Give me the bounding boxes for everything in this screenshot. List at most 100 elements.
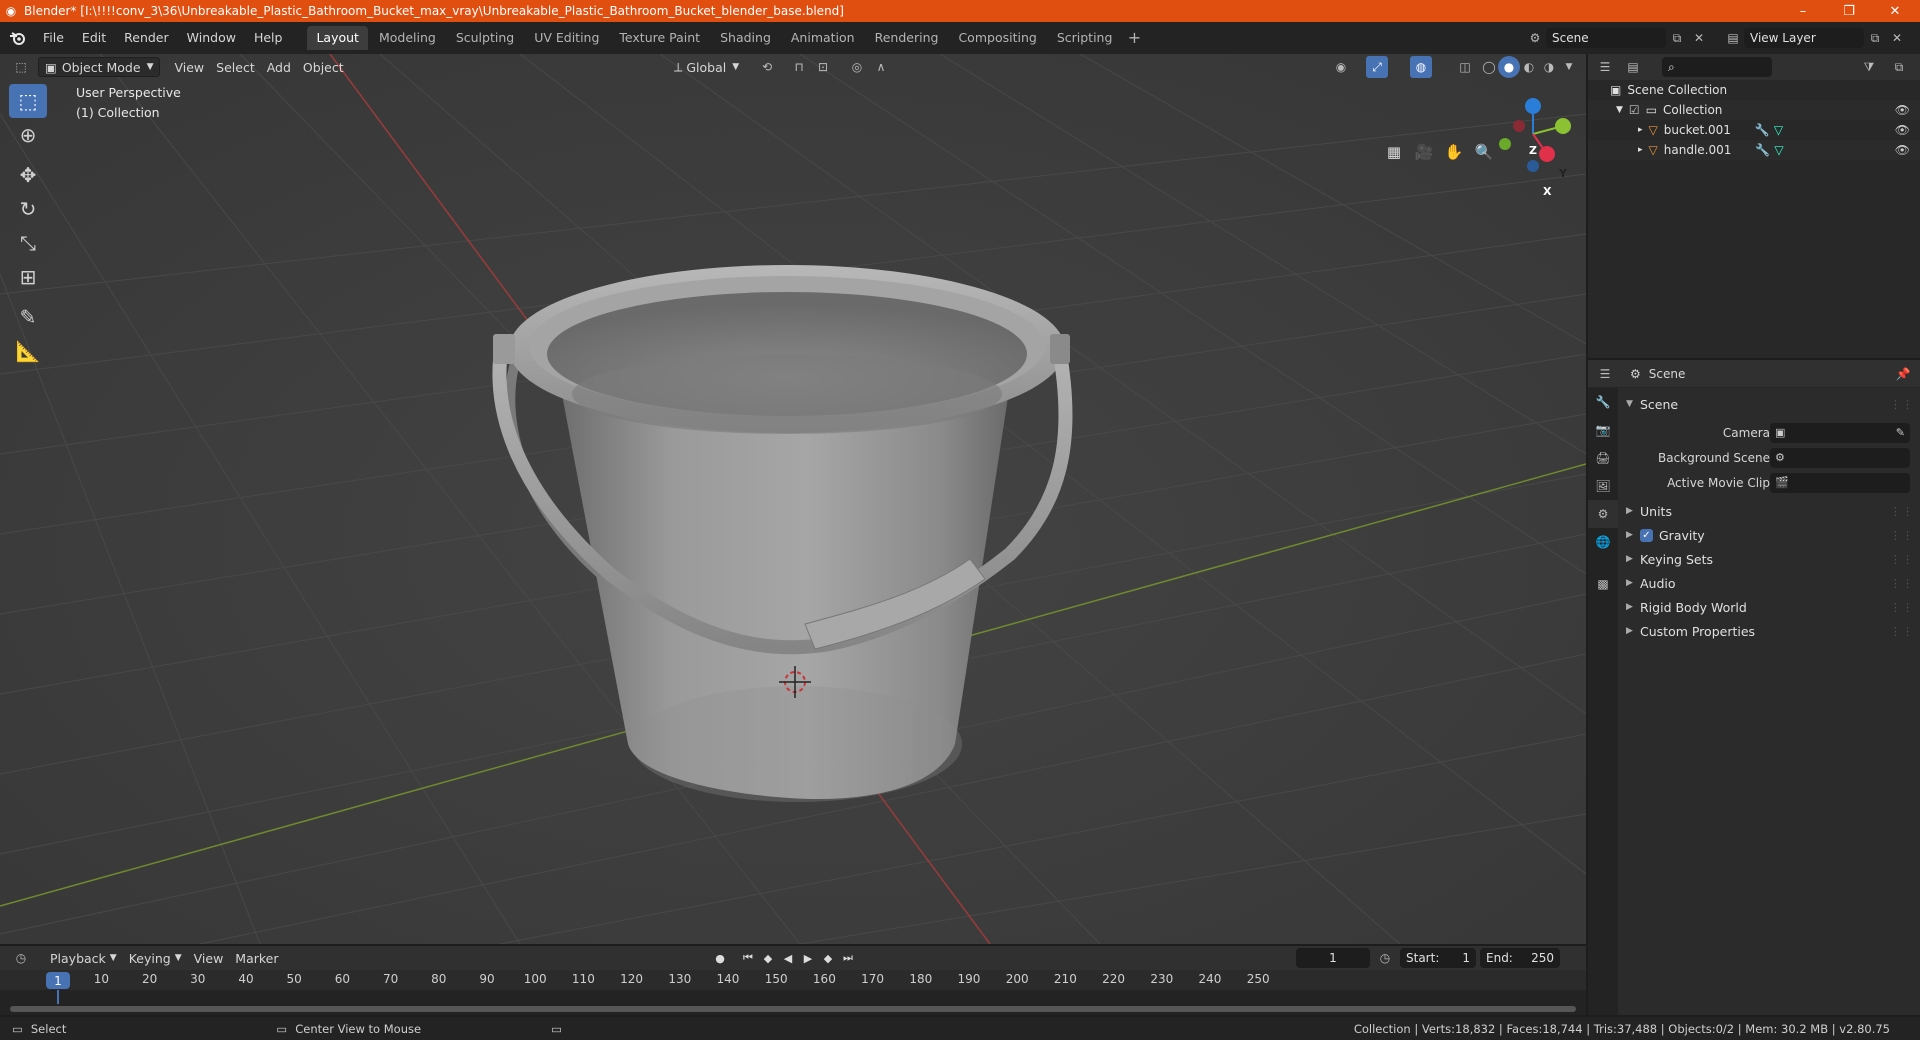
solid-shading-icon[interactable]: ● xyxy=(1498,56,1520,78)
falloff-icon[interactable]: ∧ xyxy=(870,56,892,78)
new-scene-icon[interactable]: ⧉ xyxy=(1666,27,1688,49)
timeline-menu-marker[interactable]: Marker xyxy=(229,948,284,968)
scale-tool-icon[interactable]: ⤡ xyxy=(9,226,47,260)
tab-animation[interactable]: Animation xyxy=(782,26,864,50)
snap-target-icon[interactable]: ⊡ xyxy=(812,56,834,78)
gizmo-z-label[interactable]: Z xyxy=(1529,144,1537,157)
timeline-menu-keying[interactable]: Keying ▼ xyxy=(123,948,188,968)
expand-arrow-icon[interactable]: ▸ xyxy=(1638,145,1643,155)
add-workspace-button[interactable]: + xyxy=(1123,26,1145,50)
tab-scripting[interactable]: Scripting xyxy=(1048,26,1122,50)
pin-icon[interactable]: 📌 xyxy=(1892,363,1914,385)
bucket-visibility-eye-icon[interactable]: 👁 xyxy=(1895,123,1910,137)
expand-arrow-icon[interactable]: ▸ xyxy=(1638,125,1643,135)
outliner-search-input[interactable]: ⌕ xyxy=(1662,57,1772,77)
collection-visibility-eye-icon[interactable]: 👁 xyxy=(1895,103,1910,117)
scene-panel-header[interactable]: ▼ Scene ⋮⋮ xyxy=(1618,392,1920,416)
collection-checkbox-icon[interactable]: ☑ xyxy=(1629,103,1640,117)
mesh-data-icon[interactable]: ▽ xyxy=(1774,123,1783,137)
proportional-edit-icon[interactable]: ◎ xyxy=(846,56,868,78)
pan-view-hand-icon[interactable]: ✋ xyxy=(1440,138,1468,166)
camera-field[interactable]: ▣ ✎ xyxy=(1770,422,1910,443)
gravity-checkbox[interactable]: ✓ xyxy=(1640,528,1653,542)
restore-button[interactable]: ❐ xyxy=(1826,0,1872,22)
object-mode-dropdown[interactable]: ▣ Object Mode ▼ xyxy=(38,57,161,77)
tab-render-icon[interactable]: 📷 xyxy=(1588,416,1618,444)
modifier-wrench-icon[interactable]: 🔧 xyxy=(1755,143,1770,157)
eyedropper-icon[interactable]: ✎ xyxy=(1896,426,1905,439)
toggle-grid-view-icon[interactable]: ▦ xyxy=(1380,138,1408,166)
menu-render[interactable]: Render xyxy=(115,26,178,50)
measure-tool-icon[interactable]: 📐 xyxy=(9,334,47,368)
tab-sculpting[interactable]: Sculpting xyxy=(447,26,523,50)
drag-handle-icon[interactable]: ⋮⋮ xyxy=(1890,577,1914,590)
timeline-frame-ruler[interactable]: 1 10 20 30 40 50 60 70 80 90 100 110 120 130 140 150 16… xyxy=(0,970,1586,990)
tab-view-layer-icon[interactable]: 🖼 xyxy=(1588,472,1618,500)
audio-panel-header[interactable]: ▶ Audio ⋮⋮ xyxy=(1618,571,1920,595)
visibility-icon[interactable]: ◉ xyxy=(1330,56,1352,78)
play-reverse-icon[interactable]: ◀ xyxy=(778,948,798,968)
timeline-track-area[interactable] xyxy=(0,990,1586,1015)
move-tool-icon[interactable]: ✥ xyxy=(9,158,47,192)
scene-field[interactable]: Scene xyxy=(1546,28,1666,48)
display-mode-icon[interactable]: ▤ xyxy=(1622,56,1644,78)
jump-next-keyframe-icon[interactable]: ◆ xyxy=(818,948,838,968)
new-collection-icon[interactable]: ⧉ xyxy=(1888,56,1910,78)
units-panel-header[interactable]: ▶ Units ⋮⋮ xyxy=(1618,499,1920,523)
menu-window[interactable]: Window xyxy=(178,26,245,50)
play-icon[interactable]: ▶ xyxy=(798,948,818,968)
drag-handle-icon[interactable]: ⋮⋮ xyxy=(1890,529,1914,542)
drag-handle-icon[interactable]: ⋮⋮ xyxy=(1890,625,1914,638)
viewport-menu-add[interactable]: Add xyxy=(261,57,297,77)
delete-scene-icon[interactable]: ✕ xyxy=(1688,27,1710,49)
rendered-shading-icon[interactable]: ◑ xyxy=(1538,56,1560,78)
delete-view-layer-icon[interactable]: ✕ xyxy=(1886,27,1908,49)
timeline-editor-type-icon[interactable]: ◷ xyxy=(10,947,32,969)
pivot-point-icon[interactable]: ⟲ xyxy=(756,56,778,78)
zoom-view-icon[interactable]: 🔍 xyxy=(1470,138,1498,166)
preview-range-clock-icon[interactable]: ◷ xyxy=(1374,947,1396,969)
outliner-row-handle[interactable]: ▸ ▽ handle.001 🔧 ▽ 👁 xyxy=(1588,140,1920,160)
handle-visibility-eye-icon[interactable]: 👁 xyxy=(1895,143,1910,157)
keying-sets-panel-header[interactable]: ▶ Keying Sets ⋮⋮ xyxy=(1618,547,1920,571)
tab-texture-icon[interactable]: ▩ xyxy=(1588,570,1618,598)
outliner-row-scene-collection[interactable]: ▣ Scene Collection xyxy=(1588,80,1920,100)
select-box-tool-icon[interactable]: ⬚ xyxy=(9,84,47,118)
drag-handle-icon[interactable]: ⋮⋮ xyxy=(1890,553,1914,566)
filter-icon[interactable]: ⧩ xyxy=(1858,56,1880,78)
tab-output-icon[interactable]: 🖨 xyxy=(1588,444,1618,472)
jump-prev-keyframe-icon[interactable]: ◆ xyxy=(758,948,778,968)
end-frame-field[interactable]: End: 250 xyxy=(1480,948,1560,968)
view-layer-icon[interactable]: ▤ xyxy=(1722,27,1744,49)
tab-compositing[interactable]: Compositing xyxy=(949,26,1045,50)
cursor-tool-icon[interactable]: ⊕ xyxy=(9,118,47,152)
jump-end-icon[interactable]: ⏭ xyxy=(838,948,858,968)
scene-selector-icon[interactable]: ⚙ xyxy=(1524,27,1546,49)
custom-properties-panel-header[interactable]: ▶ Custom Properties ⋮⋮ xyxy=(1618,619,1920,643)
rigid-body-world-panel-header[interactable]: ▶ Rigid Body World ⋮⋮ xyxy=(1618,595,1920,619)
new-view-layer-icon[interactable]: ⧉ xyxy=(1864,27,1886,49)
tab-uv-editing[interactable]: UV Editing xyxy=(525,26,608,50)
overlay-toggle-icon[interactable]: ◍ xyxy=(1410,56,1432,78)
viewport-menu-object[interactable]: Object xyxy=(297,57,350,77)
outliner-row-collection[interactable]: ▼ ☑ ▭ Collection 👁 xyxy=(1588,100,1920,120)
drag-handle-icon[interactable]: ⋮⋮ xyxy=(1890,398,1914,411)
current-frame-indicator[interactable]: 1 xyxy=(46,972,70,989)
transform-tool-icon[interactable]: ⊞ xyxy=(9,260,47,294)
expand-arrow-icon[interactable]: ▼ xyxy=(1616,105,1623,115)
tab-layout[interactable]: Layout xyxy=(307,26,368,50)
transform-orientation-dropdown[interactable]: ⟂ Global ▼ xyxy=(668,57,745,77)
outliner-editor-type-icon[interactable]: ☰ xyxy=(1594,56,1616,78)
current-frame-field[interactable]: 1 xyxy=(1296,948,1370,968)
menu-edit[interactable]: Edit xyxy=(73,26,115,50)
close-button[interactable]: ✕ xyxy=(1872,0,1918,22)
viewport-menu-view[interactable]: View xyxy=(168,57,210,77)
tab-rendering[interactable]: Rendering xyxy=(866,26,948,50)
minimize-button[interactable]: – xyxy=(1780,0,1826,22)
timeline-menu-view[interactable]: View xyxy=(188,948,230,968)
tab-texture-paint[interactable]: Texture Paint xyxy=(610,26,709,50)
tab-shading[interactable]: Shading xyxy=(711,26,780,50)
editor-type-icon[interactable]: ⬚ xyxy=(10,56,32,78)
record-icon[interactable]: ● xyxy=(710,948,730,968)
viewport-menu-select[interactable]: Select xyxy=(210,57,261,77)
